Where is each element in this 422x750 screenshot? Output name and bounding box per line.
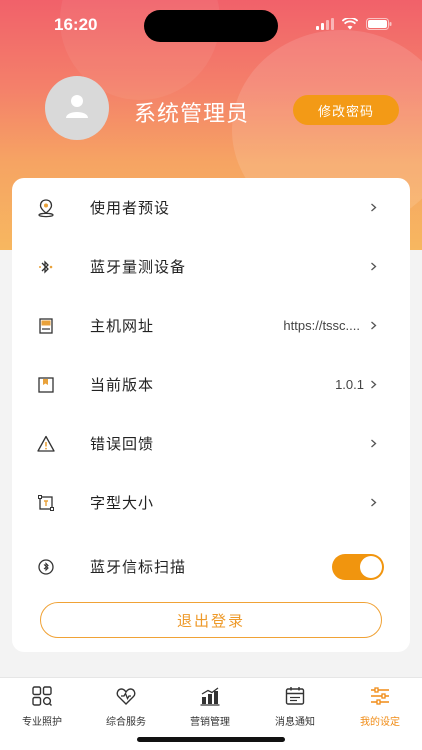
menu-item-host-url[interactable]: 主机网址 https://tssc....: [12, 296, 410, 355]
font-size-icon: [35, 492, 57, 514]
battery-icon: [366, 18, 392, 30]
marketing-icon: [198, 684, 222, 707]
avatar[interactable]: [45, 76, 109, 140]
tab-message-notification[interactable]: 消息通知: [253, 684, 337, 728]
tab-label: 综合服务: [106, 717, 146, 728]
tab-label: 专业照护: [22, 717, 62, 728]
tab-label: 营销管理: [190, 717, 230, 728]
settings-card: 使用者预设 蓝牙量测设备 主机网址 https://tssc.... 当前版本 …: [12, 178, 410, 652]
bluetooth-icon: [35, 256, 57, 278]
username: 系统管理员: [134, 102, 250, 127]
user-icon: [64, 93, 90, 123]
warning-icon: [35, 433, 57, 455]
profile-section: 系统管理员 修改密码: [45, 76, 405, 140]
menu-item-label: 错误回馈: [90, 435, 155, 453]
tab-label: 我的设定: [360, 717, 400, 728]
chevron-right-icon: [371, 498, 377, 507]
menu-item-user-preset[interactable]: 使用者预设: [12, 178, 410, 237]
tab-label: 消息通知: [275, 717, 315, 728]
tab-my-settings[interactable]: 我的设定: [338, 684, 422, 728]
chevron-right-icon: [371, 321, 377, 330]
care-icon: [30, 684, 54, 707]
settings-icon: [368, 684, 392, 707]
menu-item-label: 使用者预设: [90, 199, 171, 217]
menu-item-font-size[interactable]: 字型大小: [12, 473, 410, 532]
chevron-right-icon: [371, 203, 377, 212]
menu-item-label: 蓝牙信标扫描: [90, 558, 187, 576]
menu-item-label: 主机网址: [90, 317, 155, 335]
version-value: 1.0.1: [335, 377, 364, 392]
tab-professional-care[interactable]: 专业照护: [0, 684, 84, 728]
chevron-right-icon: [371, 380, 377, 389]
menu-item-label: 蓝牙量测设备: [90, 258, 187, 276]
chevron-right-icon: [371, 262, 377, 271]
calendar-icon: [283, 684, 307, 707]
service-icon: [114, 684, 138, 707]
beacon-scan-toggle[interactable]: [332, 553, 384, 580]
tab-integrated-service[interactable]: 综合服务: [84, 684, 168, 728]
wifi-icon: [342, 18, 358, 30]
version-icon: [35, 374, 57, 396]
logout-button[interactable]: 退出登录: [40, 602, 382, 638]
menu-item-current-version[interactable]: 当前版本 1.0.1: [12, 355, 410, 414]
status-icons: [316, 18, 392, 30]
menu-item-error-feedback[interactable]: 错误回馈: [12, 414, 410, 473]
host-url-value: https://tssc....: [283, 318, 360, 333]
status-time: 16:20: [54, 15, 98, 34]
chevron-right-icon: [371, 439, 377, 448]
menu-item-label: 字型大小: [90, 494, 155, 512]
server-icon: [35, 315, 57, 337]
home-indicator: [137, 737, 285, 742]
status-bar: 16:20: [0, 0, 422, 50]
menu-item-label: 当前版本: [90, 376, 155, 394]
menu-item-beacon-scan: 蓝牙信标扫描: [12, 537, 410, 596]
menu-item-bluetooth-device[interactable]: 蓝牙量测设备: [12, 237, 410, 296]
signal-icon: [316, 18, 334, 30]
beacon-icon: [35, 556, 57, 578]
change-password-button[interactable]: 修改密码: [293, 95, 399, 125]
location-pin-icon: [35, 197, 57, 219]
dynamic-island: [144, 10, 278, 42]
tab-marketing-management[interactable]: 营销管理: [168, 684, 252, 728]
